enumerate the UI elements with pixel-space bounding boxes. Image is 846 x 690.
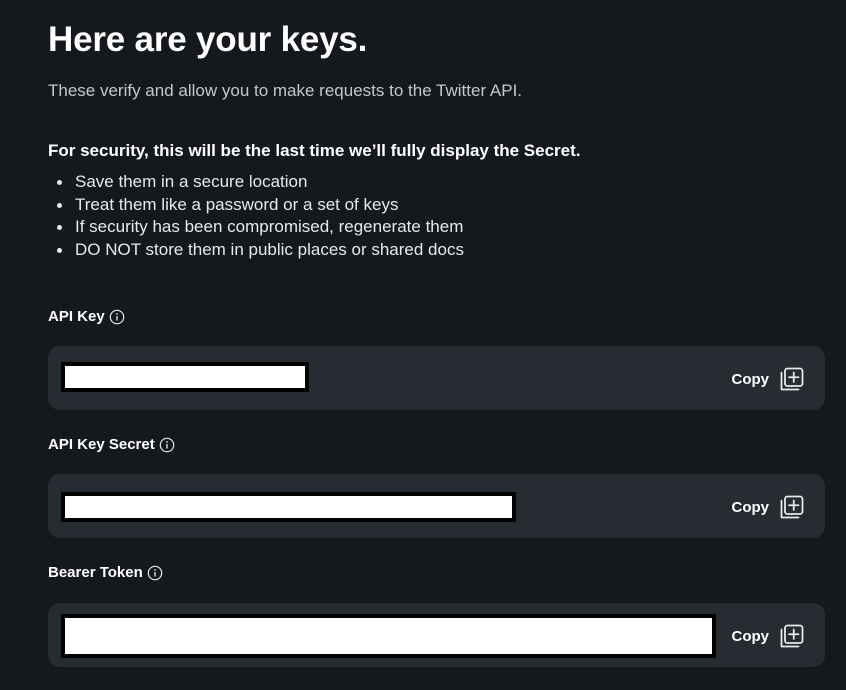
list-item: Save them in a secure location [48, 171, 464, 194]
copy-bearer-token-button[interactable]: Copy [732, 623, 806, 649]
api-key-secret-label: API Key Secret [48, 436, 175, 454]
copy-api-key-secret-button[interactable]: Copy [732, 494, 806, 520]
list-item: Treat them like a password or a set of k… [48, 194, 464, 217]
page-title: Here are your keys. [48, 20, 368, 59]
copy-add-icon [779, 623, 805, 649]
redacted-bearer-token [61, 614, 716, 658]
copy-button-label: Copy [731, 498, 770, 516]
copy-add-icon [779, 366, 805, 392]
api-key-label-text: API Key [48, 308, 105, 325]
bearer-token-label: Bearer Token [48, 564, 163, 582]
api-key-secret-label-text: API Key Secret [48, 436, 155, 453]
bearer-token-label-text: Bearer Token [48, 564, 143, 581]
security-tips-list: Save them in a secure location Treat the… [48, 171, 464, 261]
page-subtitle: These verify and allow you to make reque… [48, 81, 523, 100]
info-icon[interactable] [159, 437, 175, 453]
keys-page: Here are your keys. These verify and all… [0, 0, 846, 690]
security-heading: For security, this will be the last time… [48, 141, 581, 160]
info-icon[interactable] [147, 565, 163, 581]
info-icon[interactable] [109, 309, 125, 325]
copy-api-key-button[interactable]: Copy [732, 366, 806, 392]
copy-button-label: Copy [731, 370, 770, 388]
api-key-field: Copy [48, 346, 825, 410]
redacted-api-key [61, 362, 309, 392]
copy-button-label: Copy [731, 627, 770, 645]
list-item: If security has been compromised, regene… [48, 216, 464, 239]
api-key-label: API Key [48, 308, 125, 326]
list-item: DO NOT store them in public places or sh… [48, 239, 464, 262]
copy-add-icon [779, 494, 805, 520]
api-key-secret-field: Copy [48, 474, 825, 538]
redacted-api-key-secret [61, 492, 516, 522]
bearer-token-field: Copy [48, 603, 825, 667]
